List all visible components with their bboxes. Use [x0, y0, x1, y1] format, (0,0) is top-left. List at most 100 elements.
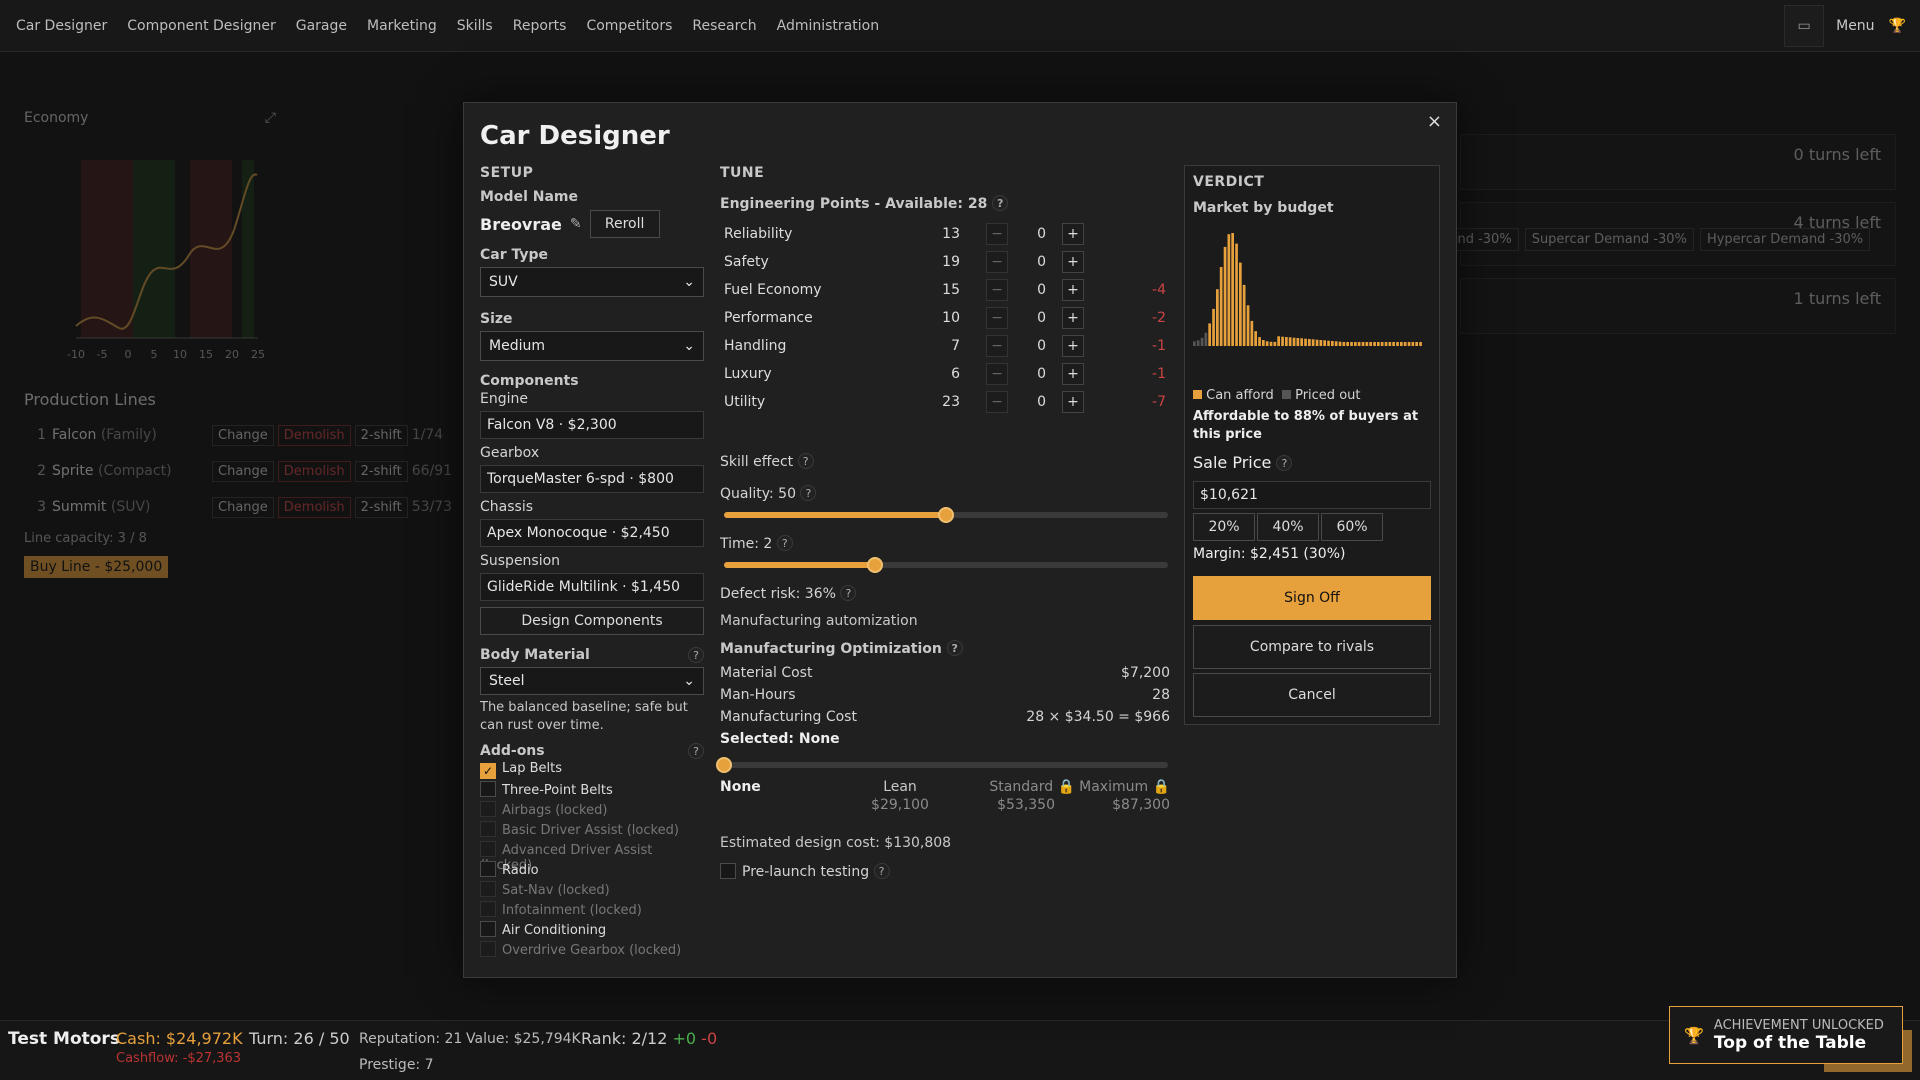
nav-research[interactable]: Research [682, 0, 766, 52]
help-icon[interactable]: ? [776, 535, 793, 551]
car-type-select[interactable]: SUV ⌄ [480, 267, 704, 297]
help-icon[interactable]: ? [1276, 455, 1293, 471]
help-icon[interactable]: ? [873, 863, 890, 879]
keyboard-icon[interactable]: ▭ [1784, 5, 1825, 47]
achievement-toast[interactable]: 🏆 ACHIEVEMENT UNLOCKED Top of the Table [1669, 1006, 1903, 1064]
shift-button[interactable]: 2-shift [354, 460, 408, 482]
plus-button[interactable]: + [1062, 223, 1084, 245]
minus-button[interactable]: − [986, 363, 1008, 385]
size-select[interactable]: Medium ⌄ [480, 331, 704, 361]
addon-checkbox[interactable] [480, 921, 496, 937]
sign-off-button[interactable]: Sign Off [1193, 576, 1431, 620]
addon-item[interactable]: Sat-Nav (locked) [480, 881, 704, 901]
addon-item[interactable]: Advanced Driver Assist (locked) [480, 841, 704, 873]
demolish-button[interactable]: Demolish [277, 424, 351, 446]
time-slider[interactable] [724, 557, 1168, 573]
optimization-slider[interactable] [716, 757, 1168, 773]
optimization-knob[interactable] [716, 757, 732, 773]
plus-button[interactable]: + [1062, 335, 1084, 357]
shift-button[interactable]: 2-shift [354, 496, 408, 518]
histogram-bar [1346, 342, 1349, 346]
level-lean[interactable]: Lean [845, 779, 955, 795]
nav-competitors[interactable]: Competitors [576, 0, 682, 52]
minus-button[interactable]: − [986, 391, 1008, 413]
minus-button[interactable]: − [986, 279, 1008, 301]
addon-item[interactable]: Three-Point Belts [480, 781, 704, 801]
addon-item[interactable]: Infotainment (locked) [480, 901, 704, 921]
plus-button[interactable]: + [1062, 363, 1084, 385]
turns-left: 0 turns left [1793, 145, 1881, 164]
nav-garage[interactable]: Garage [286, 0, 357, 52]
nav-skills[interactable]: Skills [447, 0, 503, 52]
help-icon[interactable]: ? [797, 453, 814, 469]
minus-button[interactable]: − [986, 335, 1008, 357]
addon-checkbox[interactable]: ✓ [480, 763, 496, 779]
addon-checkbox[interactable] [480, 861, 496, 877]
change-button[interactable]: Change [212, 460, 274, 482]
addon-item[interactable]: Airbags (locked) [480, 801, 704, 821]
level-none[interactable]: None [720, 779, 761, 795]
addon-checkbox[interactable] [480, 781, 496, 797]
help-icon[interactable]: ? [946, 640, 963, 656]
addon-item[interactable]: Radio [480, 861, 704, 881]
demolish-button[interactable]: Demolish [277, 460, 351, 482]
nav-marketing[interactable]: Marketing [357, 0, 447, 52]
sale-price-input[interactable]: $10,621 [1193, 481, 1431, 509]
design-components-button[interactable]: Design Components [480, 607, 704, 635]
menu-button[interactable]: Menu [1836, 18, 1874, 34]
expand-icon[interactable]: ⤢ [265, 110, 276, 126]
minus-button[interactable]: − [986, 223, 1008, 245]
line-num: 1 [37, 427, 46, 443]
change-button[interactable]: Change [212, 424, 274, 446]
chassis-field[interactable]: Apex Monocoque · $2,450 [480, 519, 704, 547]
event-card[interactable]: 0 turns left [1460, 134, 1896, 190]
plus-button[interactable]: + [1062, 251, 1084, 273]
minus-button[interactable]: − [986, 251, 1008, 273]
level-maximum[interactable]: Maximum 🔒 [1060, 779, 1170, 795]
change-button[interactable]: Change [212, 496, 274, 518]
price-40-button[interactable]: 40% [1257, 513, 1319, 541]
addon-item[interactable]: Basic Driver Assist (locked) [480, 821, 704, 841]
help-icon[interactable]: ? [688, 647, 704, 663]
shift-button[interactable]: 2-shift [354, 424, 408, 446]
addon-item[interactable]: Overdrive Gearbox (locked) [480, 941, 704, 961]
pencil-icon[interactable]: ✎ [570, 216, 582, 232]
buy-line-button[interactable]: Buy Line - $25,000 [24, 556, 169, 578]
plus-button[interactable]: + [1062, 307, 1084, 329]
stat-value: 0 [1037, 226, 1046, 242]
compare-rivals-button[interactable]: Compare to rivals [1193, 625, 1431, 669]
cancel-button[interactable]: Cancel [1193, 673, 1431, 717]
body-material-select[interactable]: Steel ⌄ [480, 667, 704, 695]
nav-component-designer[interactable]: Component Designer [117, 0, 285, 52]
nav-administration[interactable]: Administration [767, 0, 889, 52]
time-knob[interactable] [866, 557, 883, 573]
gearbox-field[interactable]: TorqueMaster 6-spd · $800 [480, 465, 704, 493]
close-icon[interactable]: × [1427, 111, 1442, 132]
histogram-bar [1231, 233, 1234, 346]
help-icon[interactable]: ? [992, 195, 1009, 211]
engine-field[interactable]: Falcon V8 · $2,300 [480, 411, 704, 439]
suspension-field[interactable]: GlideRide Multilink · $1,450 [480, 573, 704, 601]
minus-button[interactable]: − [986, 307, 1008, 329]
trophy-icon[interactable]: 🏆 [1889, 18, 1906, 34]
plus-button[interactable]: + [1062, 391, 1084, 413]
demolish-button[interactable]: Demolish [277, 496, 351, 518]
nav-reports[interactable]: Reports [503, 0, 577, 52]
price-60-button[interactable]: 60% [1321, 513, 1383, 541]
plus-button[interactable]: + [1062, 279, 1084, 301]
price-20-button[interactable]: 20% [1193, 513, 1255, 541]
event-card[interactable]: 1 turns left [1460, 278, 1896, 334]
addon-item[interactable]: Air Conditioning [480, 921, 704, 941]
reroll-button[interactable]: Reroll [589, 210, 660, 238]
addon-checkbox [480, 941, 496, 957]
level-standard[interactable]: Standard 🔒 [965, 779, 1075, 795]
help-icon[interactable]: ? [800, 485, 817, 501]
help-icon[interactable]: ? [688, 743, 704, 759]
help-icon[interactable]: ? [840, 585, 857, 601]
quality-slider[interactable] [724, 507, 1168, 523]
addon-checkbox [480, 821, 496, 837]
nav-car-designer[interactable]: Car Designer [6, 0, 117, 52]
addon-item[interactable]: ✓ Lap Belts [480, 761, 704, 781]
prelaunch-checkbox[interactable] [720, 863, 736, 879]
quality-knob[interactable] [938, 507, 954, 523]
